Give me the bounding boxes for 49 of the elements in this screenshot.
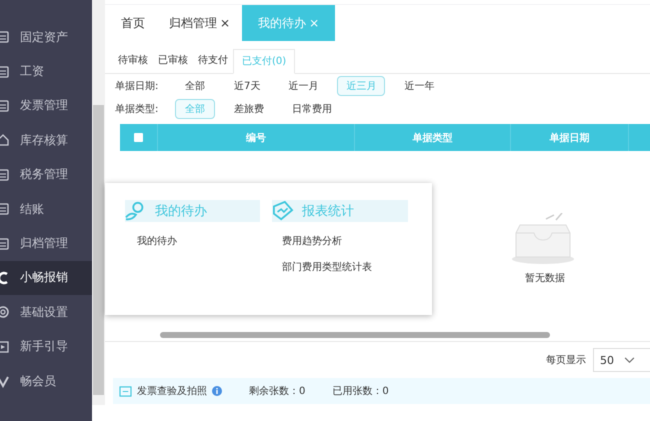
filter-option[interactable]: 全部 [175, 76, 215, 96]
filter-option[interactable]: 近一月 [279, 76, 328, 96]
column-header: 编号 [246, 132, 266, 144]
tab-label: 我的待办 [258, 14, 306, 32]
sidebar-item[interactable]: 归档管理 [0, 226, 92, 261]
menu-link[interactable]: 费用趋势分析 [282, 234, 407, 248]
sidebar-item[interactable]: 发票管理 [0, 88, 92, 124]
filter-option[interactable]: 近一年 [395, 76, 444, 96]
column-header: 单据类型 [412, 132, 452, 144]
menu-link[interactable]: 部门费用类型统计表 [282, 260, 407, 274]
menu-link[interactable]: 我的待办 [137, 234, 260, 248]
sidebar-item[interactable]: 工资 [0, 54, 92, 89]
tab[interactable]: 已审核 [153, 49, 193, 73]
filter-label: 单据类型: [115, 102, 160, 116]
sidebar-item[interactable]: 畅会员 [0, 364, 92, 398]
sidebar-item[interactable]: 税务管理 [0, 158, 92, 192]
tab-label: 首页 [121, 14, 145, 32]
tab[interactable]: 首页 [109, 5, 157, 41]
chart-icon [272, 201, 294, 221]
tab-label: 归档管理 [169, 14, 217, 32]
sidebar-item[interactable]: 基础设置 [0, 295, 92, 330]
scrollbar[interactable] [92, 0, 105, 405]
chevron-down-icon [624, 356, 635, 364]
page-size-select[interactable]: 50 [593, 348, 650, 372]
checkbox[interactable] [134, 133, 143, 142]
tab[interactable]: 归档管理 × [157, 5, 242, 41]
sidebar-item[interactable]: 库存核算 [0, 123, 92, 158]
sidebar-item[interactable]: 结账 [0, 192, 92, 226]
used-count: 已用张数：0 [332, 384, 389, 398]
filter-label: 单据日期: [115, 80, 160, 92]
section-header: 我的待办 [125, 200, 260, 222]
sidebar-item[interactable]: 新手引导 [0, 330, 92, 364]
close-icon[interactable]: × [220, 16, 230, 30]
section-header: 报表统计 [272, 200, 408, 222]
tab[interactable]: 待审核 [113, 49, 153, 73]
filter-option[interactable]: 日常费用 [283, 98, 341, 118]
scanner-icon [119, 386, 132, 396]
footer-label[interactable]: 发票查验及拍照 [137, 384, 207, 398]
sidebar-item[interactable]: 小畅报销 [0, 260, 92, 296]
tab[interactable]: 待支付 [193, 49, 233, 73]
filter-option[interactable]: 差旅费 [225, 98, 273, 118]
scrollbar[interactable] [160, 332, 550, 338]
info-icon[interactable] [212, 386, 222, 396]
page-size-label: 每页显示 [546, 354, 586, 367]
column-header: 单据日期 [550, 132, 590, 144]
remaining-count: 剩余张数：0 [249, 384, 306, 398]
sidebar-item[interactable]: 固定资产 [0, 20, 92, 54]
empty-text: 暂无数据 [525, 272, 565, 285]
filter-option[interactable]: 近7天 [225, 76, 270, 96]
